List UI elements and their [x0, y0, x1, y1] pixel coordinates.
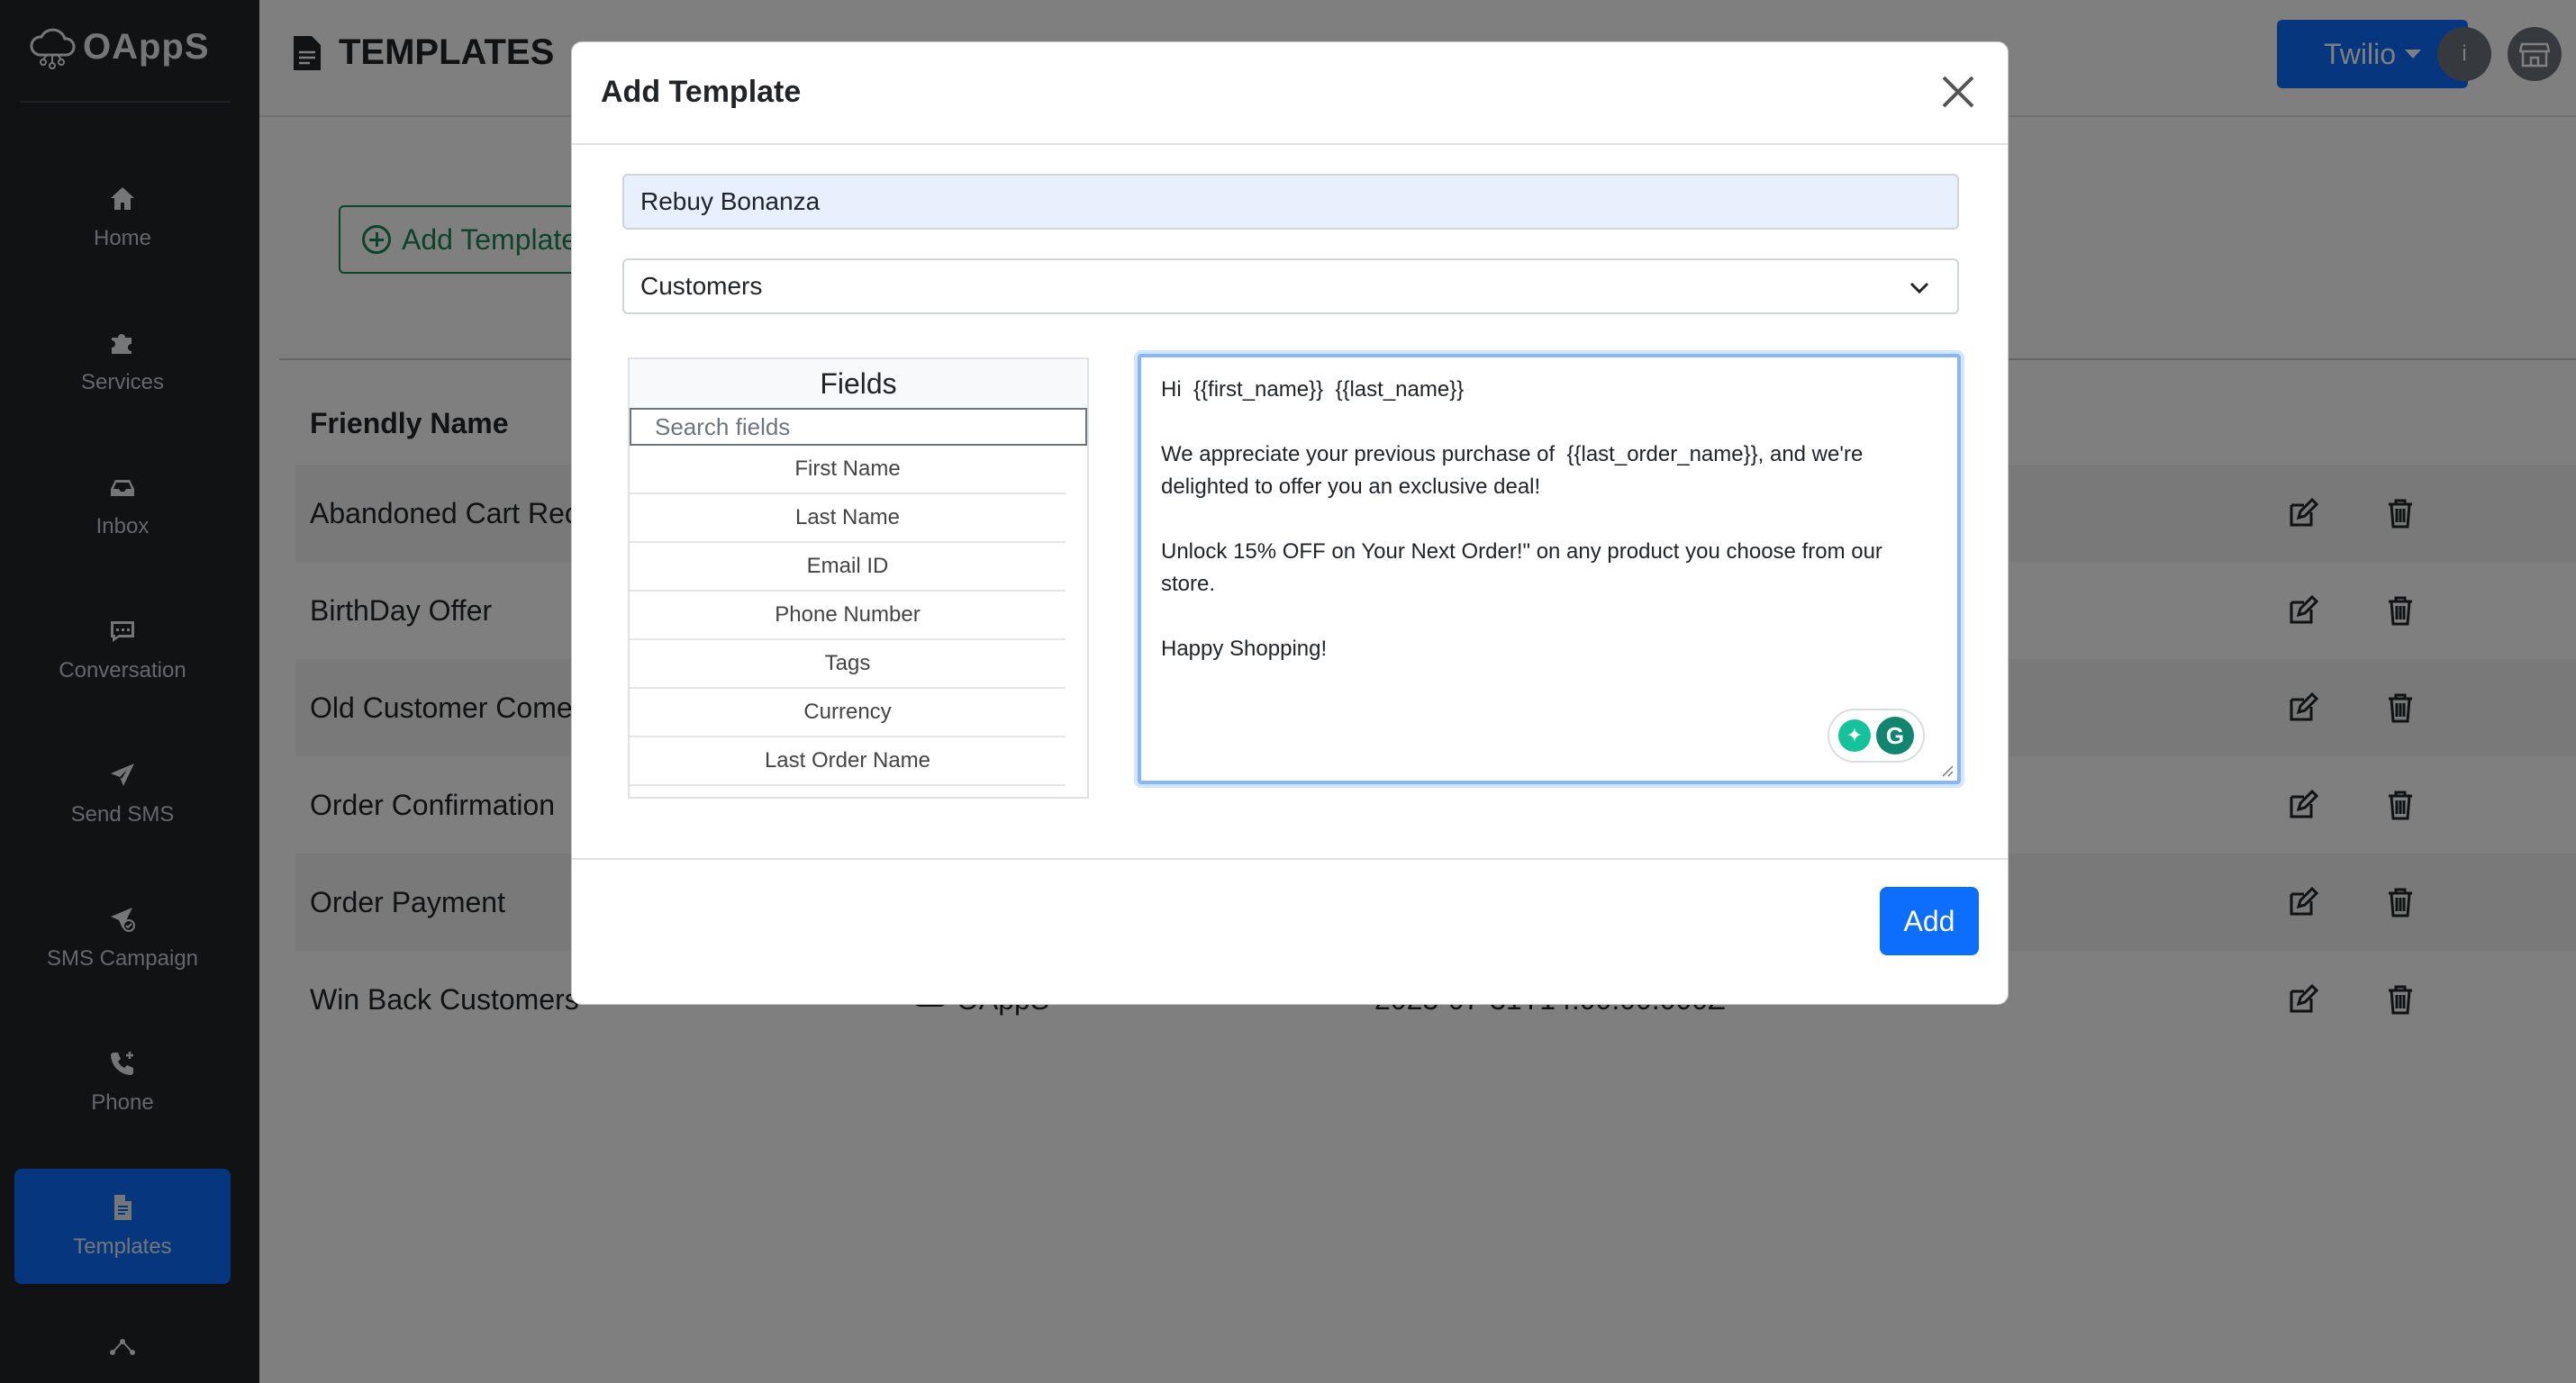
lightbulb-icon[interactable]: ✦: [1838, 719, 1871, 752]
message-line: store.: [1161, 572, 1216, 596]
resize-handle-icon[interactable]: [1939, 763, 1954, 777]
field-item-phone-number[interactable]: Phone Number: [630, 592, 1066, 640]
message-line: [1161, 601, 1937, 633]
message-line: [1161, 503, 1937, 536]
message-textarea[interactable]: Hi {{first_name}} {{last_name}} We appre…: [1138, 354, 1961, 784]
fields-title: Fields: [630, 359, 1087, 408]
modal-title: Add Template: [601, 75, 802, 109]
field-item-last-name[interactable]: Last Name: [630, 494, 1066, 543]
message-line: Unlock 15% OFF on Your Next Order!" on a…: [1161, 539, 1882, 564]
add-template-modal: Add Template Rebuy Bonanza Customers Fie…: [571, 41, 2009, 1005]
modal-header: Add Template: [572, 42, 2008, 145]
grammarly-widget[interactable]: ✦ G: [1828, 709, 1925, 763]
grammarly-icon[interactable]: G: [1876, 717, 1914, 755]
modal-footer-divider: [572, 858, 2008, 860]
fields-search-input[interactable]: Search fields: [630, 408, 1087, 446]
message-line: Happy Shopping!: [1161, 637, 1328, 661]
field-item-tags[interactable]: Tags: [630, 640, 1066, 689]
fields-panel: Fields Search fields First Name Last Nam…: [628, 357, 1089, 799]
field-item-first-name[interactable]: First Name: [630, 446, 1066, 494]
chevron-down-icon: [1909, 282, 1929, 294]
message-line: delighted to offer you an exclusive deal…: [1161, 475, 1541, 499]
message-line: We appreciate your previous purchase of …: [1161, 442, 1864, 466]
close-button[interactable]: [1936, 69, 1981, 114]
field-item-currency[interactable]: Currency: [630, 689, 1066, 737]
field-item-last-order-name[interactable]: Last Order Name: [630, 737, 1066, 786]
message-line: Hi {{first_name}} {{last_name}}: [1161, 377, 1465, 402]
audience-selected-value: Customers: [640, 272, 763, 300]
field-item-email-id[interactable]: Email ID: [630, 543, 1066, 592]
close-icon: [1942, 76, 1974, 108]
audience-select[interactable]: Customers: [622, 258, 1959, 314]
message-line: [1161, 406, 1937, 438]
add-button[interactable]: Add: [1880, 887, 1979, 955]
template-name-input[interactable]: Rebuy Bonanza: [622, 174, 1959, 230]
